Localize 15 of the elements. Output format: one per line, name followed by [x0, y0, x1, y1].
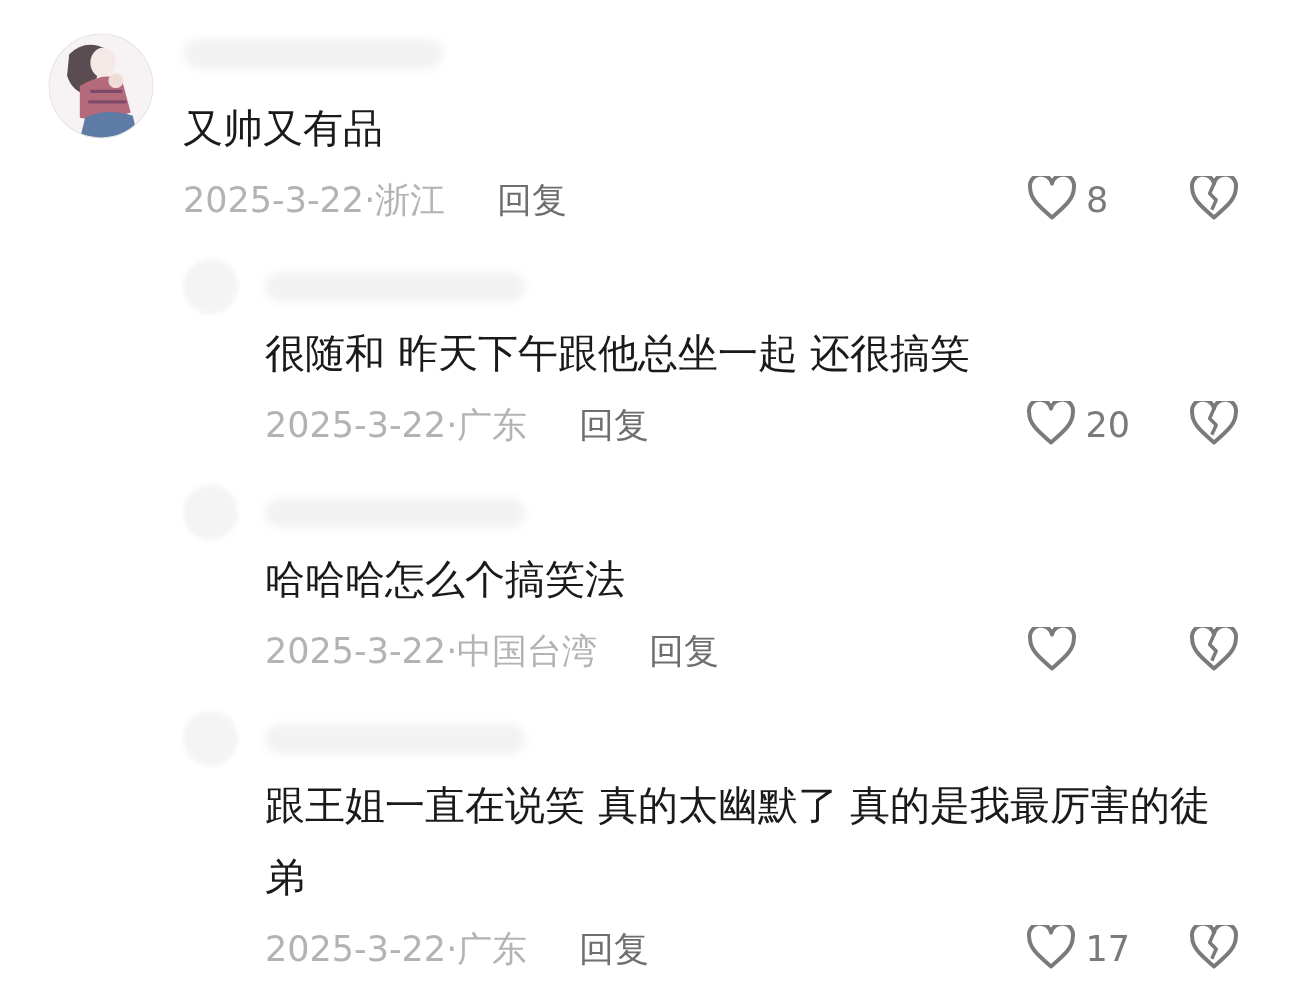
comment-text: 又帅又有品: [183, 104, 384, 153]
comment-date-location: 2025-3-22·浙江: [183, 178, 446, 222]
like-count: 20: [1085, 405, 1130, 445]
reply-link[interactable]: 回复: [579, 925, 650, 973]
reply-text: 跟王姐一直在说笑 真的太幽默了 真的是我最厉害的徒弟: [265, 781, 1212, 902]
reply-link[interactable]: 回复: [579, 401, 650, 449]
comment-date-location: 2025-3-22·中国台湾: [265, 629, 598, 673]
like-count: 8: [1086, 180, 1110, 220]
reply-text: 很随和 昨天下午跟他总坐一起 还很搞笑: [265, 329, 972, 378]
like-count: 17: [1085, 929, 1130, 969]
comment-date-location: 2025-3-22·广东: [265, 927, 528, 971]
reply-link[interactable]: 回复: [649, 627, 720, 675]
comment-date-location: 2025-3-22·广东: [265, 403, 528, 447]
reply-link[interactable]: 回复: [497, 176, 568, 224]
reply-text: 哈哈哈怎么个搞笑法: [265, 555, 626, 604]
